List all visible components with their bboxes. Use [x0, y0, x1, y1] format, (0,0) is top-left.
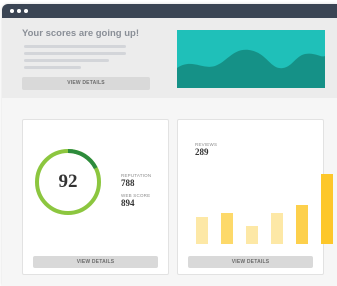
banner-view-details-button[interactable]: VIEW DETAILS: [22, 77, 150, 90]
web-score-value: 894: [121, 198, 135, 208]
window-dot-icon[interactable]: [24, 9, 28, 13]
title-bar: [2, 4, 337, 18]
text-placeholder-line: [24, 59, 109, 62]
review-bar: [221, 213, 233, 244]
wave-graphic: [177, 49, 325, 88]
reputation-value: 788: [121, 178, 135, 188]
score-view-details-button[interactable]: VIEW DETAILS: [33, 256, 158, 268]
score-card: 92 REPUTATION 788 WEB SCORE 894 VIEW DET…: [22, 119, 169, 275]
reviews-value: 289: [195, 147, 209, 157]
score-value: 92: [58, 171, 78, 192]
text-placeholder-line: [24, 66, 81, 69]
review-bar: [296, 205, 308, 244]
gauge-progress-arc: [67, 149, 98, 170]
text-placeholder-line: [24, 45, 126, 48]
review-bar: [321, 174, 333, 244]
score-banner: Your scores are going up! VIEW DETAILS: [2, 18, 337, 98]
wave-illustration: [177, 30, 325, 88]
text-placeholder-line: [24, 52, 126, 55]
review-bar: [246, 226, 258, 244]
reviews-view-details-button[interactable]: VIEW DETAILS: [188, 256, 313, 268]
review-bar: [196, 217, 208, 244]
review-bar: [271, 213, 283, 244]
window-dot-icon[interactable]: [17, 9, 21, 13]
banner-title: Your scores are going up!: [22, 28, 140, 39]
reviews-card: REVIEWS 289 VIEW DETAILS: [177, 119, 333, 275]
app-window: Your scores are going up! VIEW DETAILS 9…: [2, 4, 337, 286]
window-dot-icon[interactable]: [10, 9, 14, 13]
